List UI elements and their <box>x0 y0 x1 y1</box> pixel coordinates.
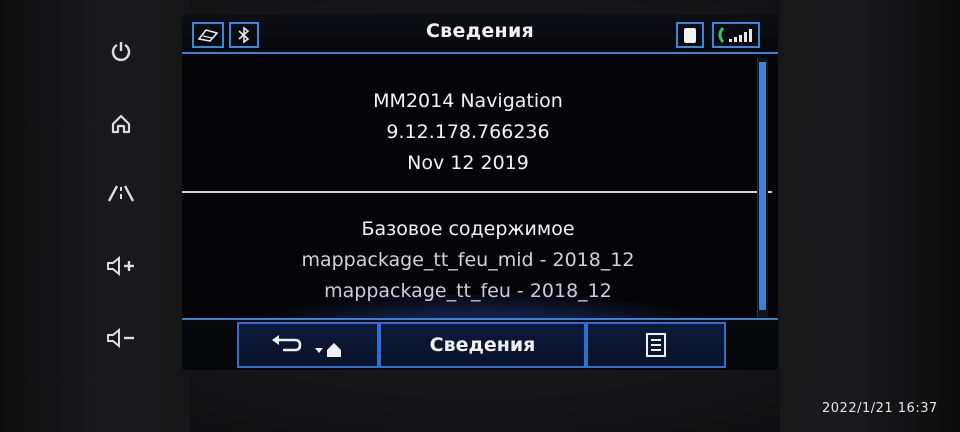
menu-button[interactable] <box>586 322 726 368</box>
info-tab-button[interactable]: Сведения <box>379 322 586 368</box>
navigation-road-icon <box>107 185 135 202</box>
scrollbar[interactable] <box>757 58 768 318</box>
back-button[interactable] <box>237 322 379 368</box>
volume-up-button[interactable] <box>104 249 138 283</box>
app-name: MM2014 Navigation <box>373 90 563 112</box>
left-bezel <box>0 0 190 432</box>
home-icon <box>111 114 131 134</box>
content-separator <box>182 191 772 193</box>
build-date: Nov 12 2019 <box>407 152 529 174</box>
menu-list-icon <box>646 333 666 357</box>
package-item: mappackage_tt_feu - 2018_12 <box>324 280 612 302</box>
section-title: Базовое содержимое <box>361 218 575 240</box>
package-item: mappackage_tt_feu_mid - 2018_12 <box>301 249 635 271</box>
volume-up-icon <box>107 255 134 277</box>
phone-signal-icon <box>712 22 760 48</box>
home-button[interactable] <box>104 107 138 141</box>
header-bar: Сведения <box>182 14 778 54</box>
footer-divider <box>182 318 778 320</box>
volume-down-button[interactable] <box>104 321 138 355</box>
phone-battery-icon <box>676 22 704 48</box>
back-arrow-icon <box>272 335 302 352</box>
scrollbar-thumb[interactable] <box>759 62 766 310</box>
home-shortcut-icon <box>315 343 341 357</box>
infotainment-screen: Сведения MM2014 Navigation 9.12.178.7662… <box>182 14 778 370</box>
volume-down-icon <box>107 327 134 349</box>
power-icon <box>111 42 131 62</box>
power-button[interactable] <box>104 34 138 68</box>
photo-timestamp: 2022/1/21 16:37 <box>822 401 938 416</box>
app-version: 9.12.178.766236 <box>386 121 550 143</box>
signal-glyph <box>718 27 752 43</box>
right-bezel <box>780 0 960 432</box>
battery-block <box>684 27 696 43</box>
footer-bar: Сведения <box>182 318 778 370</box>
navigation-button[interactable] <box>104 176 138 210</box>
header-divider <box>182 52 778 54</box>
info-content: MM2014 Navigation 9.12.178.766236 Nov 12… <box>182 56 754 364</box>
